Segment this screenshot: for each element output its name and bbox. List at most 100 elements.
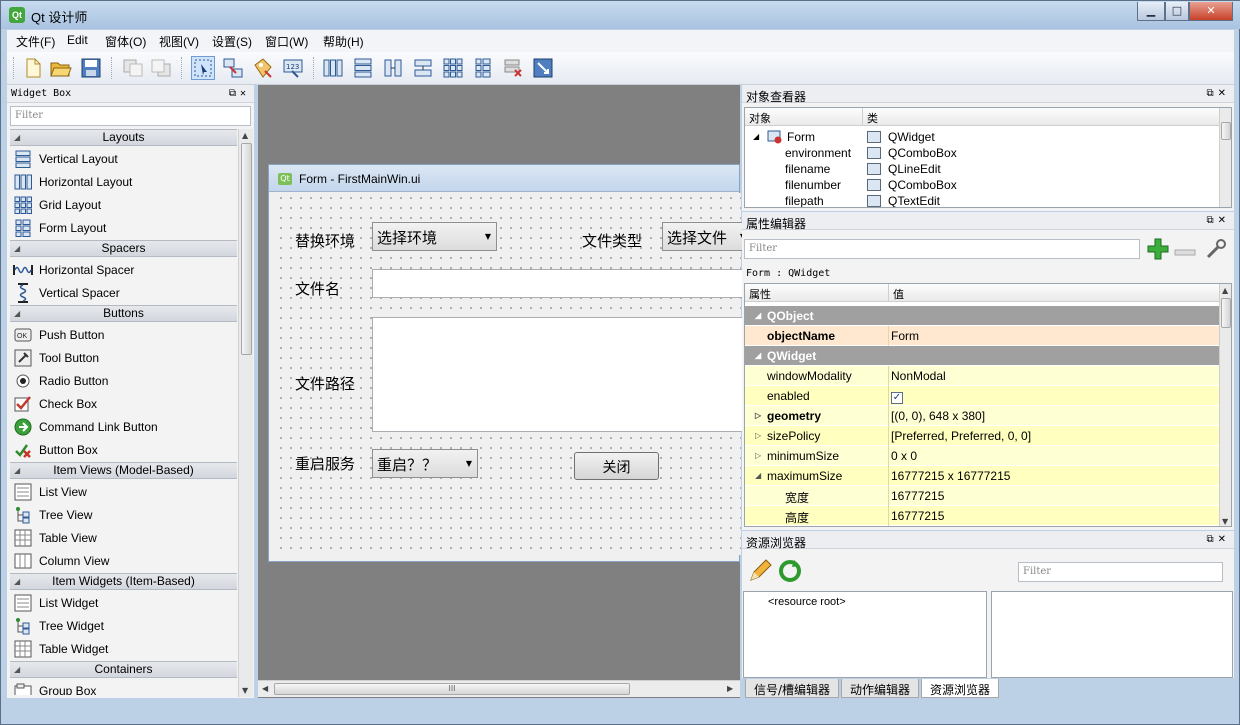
remove-property-icon[interactable] <box>1174 246 1196 260</box>
environment-combo[interactable]: 选择环境 ▼ <box>372 222 497 251</box>
menu-form[interactable]: 窗体(O) <box>105 33 146 50</box>
filename-input[interactable] <box>372 269 752 298</box>
minimize-button[interactable]: ▁ <box>1137 2 1165 21</box>
widget-item[interactable]: List Widget <box>10 591 237 614</box>
menu-help[interactable]: 帮助(H) <box>323 33 364 50</box>
adjust-size-icon[interactable] <box>531 56 555 80</box>
col-value[interactable]: 值 <box>889 284 1219 302</box>
widget-item[interactable]: Horizontal Layout <box>10 170 237 193</box>
maximize-button[interactable]: □ <box>1165 2 1189 21</box>
edit-widgets-icon[interactable] <box>191 56 215 80</box>
widget-item[interactable]: Tool Button <box>10 346 237 369</box>
lay-out-grid-icon[interactable] <box>441 56 465 80</box>
category-spacers[interactable]: ◢ Spacers <box>10 240 237 257</box>
dock-float-close-icons[interactable]: ⧉✕ <box>229 88 250 99</box>
tree-row[interactable]: ◢ Form QWidget <box>745 130 1219 146</box>
save-icon[interactable] <box>79 56 103 80</box>
splitter-vertical-icon[interactable] <box>411 56 435 80</box>
tree-row[interactable]: filepath QTextEdit <box>745 194 1219 207</box>
bring-to-front-icon[interactable] <box>149 56 173 80</box>
new-file-icon[interactable] <box>21 56 45 80</box>
category-containers[interactable]: ◢ Containers <box>10 661 237 678</box>
tab-signal-slot-editor[interactable]: 信号/槽编辑器 <box>745 679 840 698</box>
edit-buddies-icon[interactable] <box>251 56 275 80</box>
form-canvas[interactable]: 替换环境 选择环境▼ 文件类型 选择文件▼ 文件名 文件路径 重启服务 重启？？… <box>276 193 752 555</box>
break-layout-icon[interactable] <box>501 56 525 80</box>
edit-resources-pencil-icon[interactable] <box>748 559 772 586</box>
tree-row[interactable]: environment QComboBox <box>745 146 1219 162</box>
resource-tree[interactable]: <resource root> <box>743 591 987 678</box>
menu-edit[interactable]: Edit <box>67 33 88 47</box>
open-folder-icon[interactable] <box>49 56 73 80</box>
send-to-back-icon[interactable] <box>121 56 145 80</box>
widget-item[interactable]: List View <box>10 480 237 503</box>
restart-combo[interactable]: 重启？？ ▼ <box>372 449 478 478</box>
category-layouts[interactable]: ◢ Layouts <box>10 129 237 146</box>
tree-row[interactable]: filenumber QComboBox <box>745 178 1219 194</box>
widget-item[interactable]: Horizontal Spacer <box>10 258 237 281</box>
tab-action-editor[interactable]: 动作编辑器 <box>841 679 920 698</box>
widget-item[interactable]: Button Box <box>10 438 237 461</box>
edit-tab-order-icon[interactable]: 123 <box>281 56 305 80</box>
prop-row-width[interactable]: 宽度 16777215 <box>745 486 1219 506</box>
enabled-checkbox[interactable]: ✓ <box>891 392 903 404</box>
resource-root-item[interactable]: <resource root> <box>768 596 846 608</box>
dock-float-close-icons[interactable]: ⧉✕ <box>1206 215 1230 226</box>
prop-row-windowmodality[interactable]: windowModality NonModal <box>745 366 1219 386</box>
widget-item[interactable]: Vertical Layout <box>10 147 237 170</box>
configure-wrench-icon[interactable] <box>1204 237 1228 264</box>
category-item-views[interactable]: ◢ Item Views (Model-Based) <box>10 462 237 479</box>
menu-file[interactable]: 文件(F) <box>16 33 55 50</box>
hscroll-thumb[interactable]: III <box>274 683 630 695</box>
widget-item[interactable]: Command Link Button <box>10 415 237 438</box>
widget-item[interactable]: OK Push Button <box>10 323 237 346</box>
property-filter-input[interactable]: Filter <box>744 239 1140 259</box>
widget-item[interactable]: Tree View <box>10 503 237 526</box>
category-buttons[interactable]: ◢ Buttons <box>10 305 237 322</box>
widget-item[interactable]: Form Layout <box>10 216 237 239</box>
tree-row[interactable]: filename QLineEdit <box>745 162 1219 178</box>
widget-box-scrollbar[interactable]: ▲ ▼ <box>238 129 253 697</box>
object-tree-scrollbar[interactable] <box>1219 108 1231 207</box>
col-class[interactable]: 类 <box>863 108 1219 126</box>
col-property[interactable]: 属性 <box>745 284 889 302</box>
widget-item[interactable]: Table Widget <box>10 637 237 660</box>
form-title-bar[interactable]: Qt Form - FirstMainWin.ui <box>269 165 739 192</box>
prop-group-qwidget[interactable]: ◢ QWidget <box>745 346 1219 366</box>
reload-icon[interactable] <box>778 559 802 586</box>
splitter-horizontal-icon[interactable] <box>381 56 405 80</box>
menu-window[interactable]: 窗口(W) <box>265 33 308 50</box>
widget-item[interactable]: Radio Button <box>10 369 237 392</box>
dock-float-close-icons[interactable]: ⧉✕ <box>1206 88 1230 99</box>
widget-box-filter-input[interactable]: Filter <box>10 106 251 126</box>
category-item-widgets[interactable]: ◢ Item Widgets (Item-Based) <box>10 573 237 590</box>
add-dynamic-property-icon[interactable] <box>1146 237 1170 264</box>
widget-item[interactable]: Table View <box>10 526 237 549</box>
mdi-horizontal-scrollbar[interactable]: ◀ III ▶ <box>258 680 740 697</box>
widget-item[interactable]: Column View <box>10 549 237 572</box>
prop-row-maximumsize[interactable]: ◢ maximumSize 16777215 x 16777215 <box>745 466 1219 486</box>
resource-filter-input[interactable]: Filter <box>1018 562 1223 582</box>
prop-row-objectname[interactable]: objectName Form <box>745 326 1219 346</box>
close-window-button[interactable]: ✕ <box>1189 2 1233 21</box>
property-scrollbar[interactable]: ▲ ▼ <box>1219 284 1231 526</box>
filepath-textedit[interactable] <box>372 317 752 432</box>
widget-item[interactable]: Vertical Spacer <box>10 281 237 304</box>
lay-out-form-icon[interactable] <box>471 56 495 80</box>
menu-view[interactable]: 视图(V) <box>159 33 199 50</box>
widget-item[interactable]: Check Box <box>10 392 237 415</box>
widget-item[interactable]: Grid Layout <box>10 193 237 216</box>
close-button[interactable]: 关闭 <box>574 452 659 480</box>
resource-files-view[interactable] <box>991 591 1233 678</box>
prop-group-qobject[interactable]: ◢ QObject <box>745 306 1219 326</box>
prop-row-minimumsize[interactable]: ▷ minimumSize 0 x 0 <box>745 446 1219 466</box>
prop-row-geometry[interactable]: ▷ geometry [(0, 0), 648 x 380] <box>745 406 1219 426</box>
lay-out-horizontally-icon[interactable] <box>321 56 345 80</box>
widget-item[interactable]: Group Box <box>10 679 237 695</box>
widget-item[interactable]: Tree Widget <box>10 614 237 637</box>
prop-row-enabled[interactable]: enabled ✓ <box>745 386 1219 406</box>
col-object[interactable]: 对象 <box>745 108 863 126</box>
filetype-combo[interactable]: 选择文件▼ <box>662 222 752 251</box>
dock-float-close-icons[interactable]: ⧉✕ <box>1206 534 1230 545</box>
prop-row-sizepolicy[interactable]: ▷ sizePolicy [Preferred, Preferred, 0, 0] <box>745 426 1219 446</box>
